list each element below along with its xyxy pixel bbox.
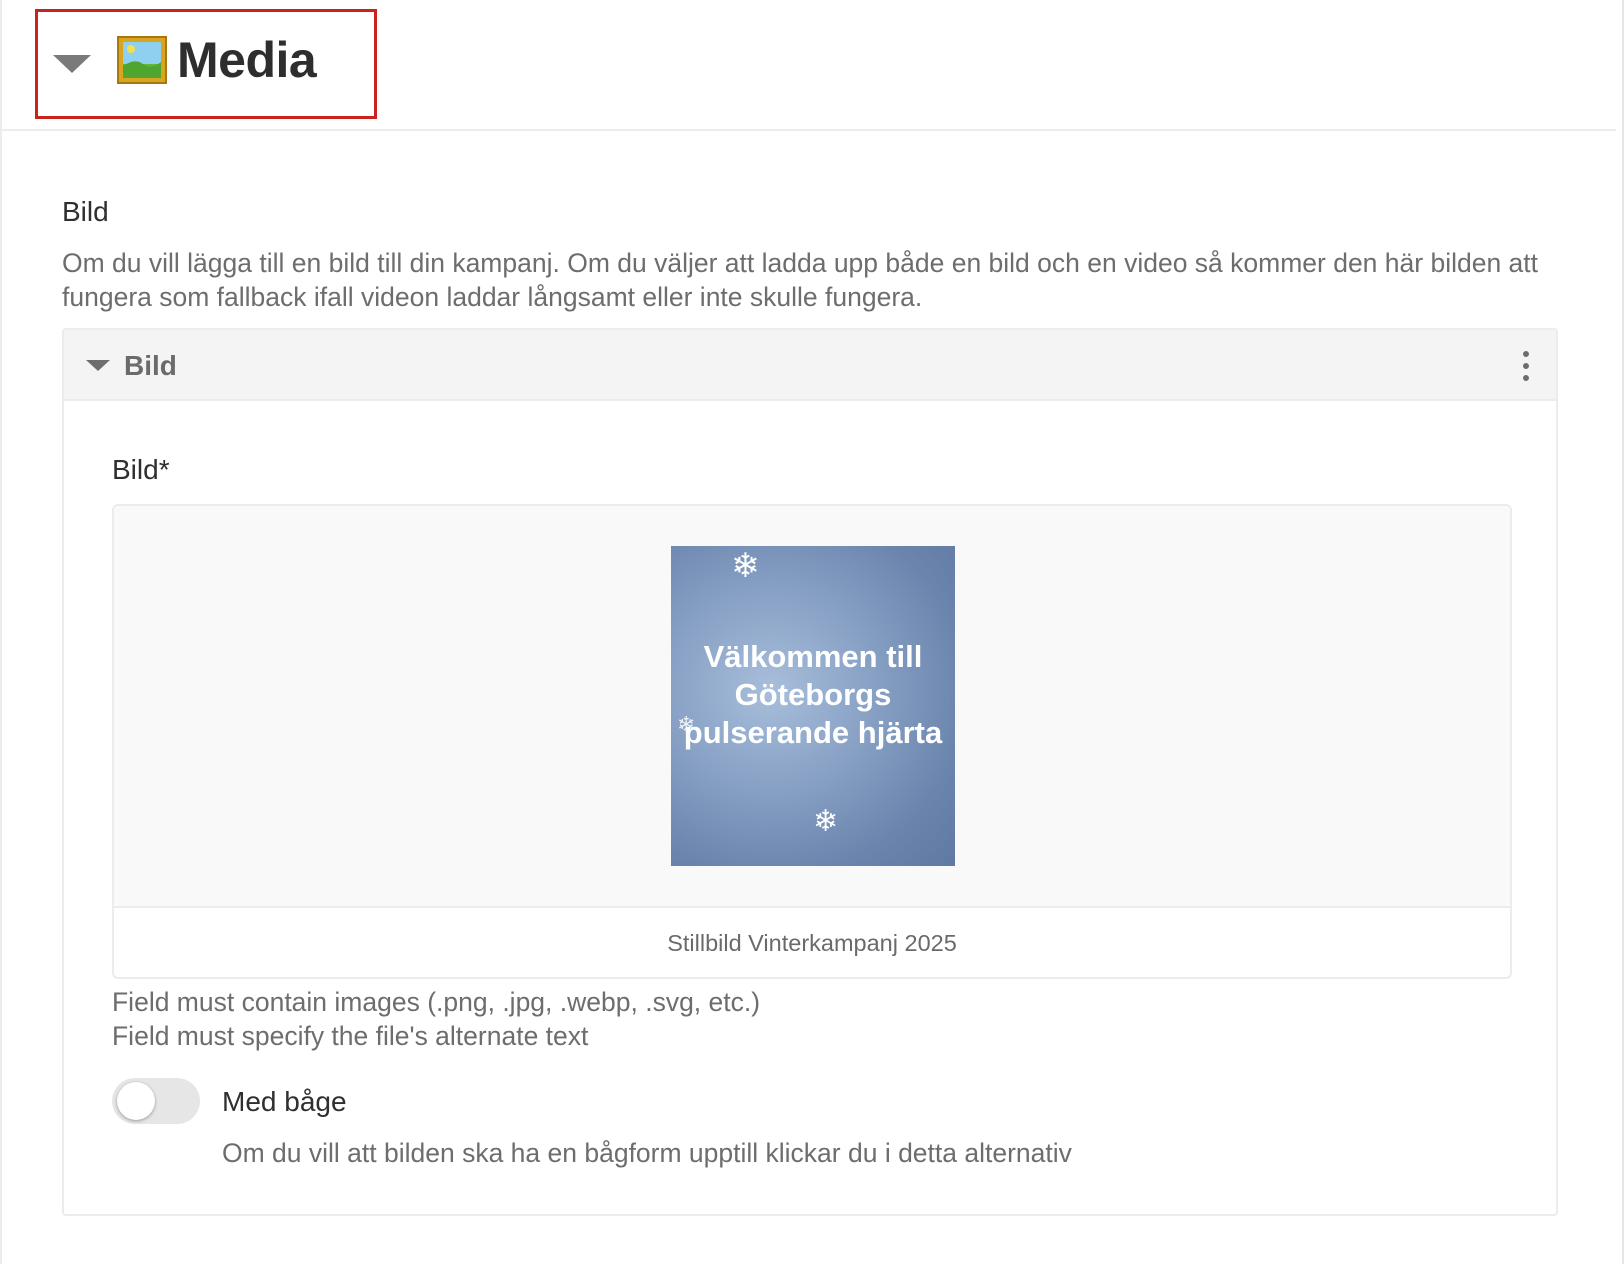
left-border xyxy=(0,0,2,1264)
arch-toggle[interactable] xyxy=(112,1078,200,1124)
image-thumbnail[interactable]: ❄ ❄ ❄ Välkommen till Göteborgs pulserand… xyxy=(671,546,955,866)
image-preview-area: ❄ ❄ ❄ Välkommen till Göteborgs pulserand… xyxy=(114,506,1510,908)
media-section-page: Media Bild Om du vill lägga till en bild… xyxy=(0,0,1624,1264)
help-text-alt-text: Field must specify the file's alternate … xyxy=(112,1021,589,1051)
image-card[interactable]: ❄ ❄ ❄ Välkommen till Göteborgs pulserand… xyxy=(112,504,1512,979)
image-panel: Bild Bild* ❄ ❄ ❄ Välkommen till Göteborg… xyxy=(62,328,1558,1216)
section-header[interactable]: Media xyxy=(0,0,1616,131)
toggle-knob xyxy=(117,1082,155,1120)
panel-header[interactable]: Bild xyxy=(64,330,1556,401)
snowflake-icon: ❄ xyxy=(731,547,760,585)
section-title: Media xyxy=(177,32,317,88)
framed-picture-icon xyxy=(117,36,167,84)
field-label: Bild xyxy=(62,196,109,227)
panel-collapse-caret-icon[interactable] xyxy=(86,360,110,371)
image-caption: Stillbild Vinterkampanj 2025 xyxy=(667,930,957,956)
collapse-caret-icon[interactable] xyxy=(53,55,91,73)
snowflake-icon: ❄ xyxy=(813,805,839,838)
thumbnail-text: Välkommen till Göteborgs pulserande hjär… xyxy=(683,639,943,750)
image-field-label: Bild* xyxy=(112,454,170,485)
kebab-menu-icon[interactable] xyxy=(1516,350,1536,382)
panel-title: Bild xyxy=(124,350,177,381)
help-text-file-type: Field must contain images (.png, .jpg, .… xyxy=(112,987,761,1017)
toggle-description: Om du vill att bilden ska ha en bågform … xyxy=(222,1138,1072,1168)
field-description: Om du vill lägga till en bild till din k… xyxy=(62,248,1539,312)
toggle-label: Med båge xyxy=(222,1086,347,1117)
